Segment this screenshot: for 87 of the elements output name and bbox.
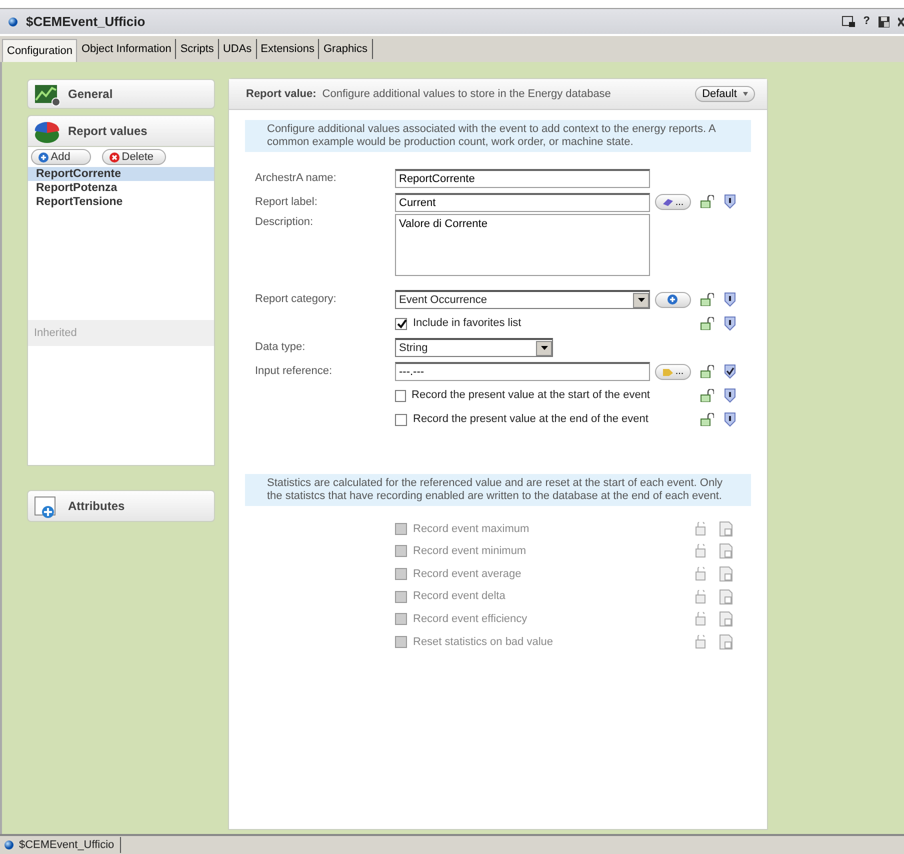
add-icon xyxy=(38,152,49,162)
shield-check-icon[interactable] xyxy=(724,364,736,379)
shield-icon[interactable] xyxy=(724,194,736,210)
checkbox[interactable] xyxy=(395,318,407,330)
section-title: Attributes xyxy=(68,498,125,515)
tag-icon xyxy=(662,366,674,377)
close-icon[interactable] xyxy=(898,16,904,26)
section-header[interactable]: Attributes xyxy=(27,490,215,522)
delete-button[interactable]: Delete xyxy=(102,149,166,165)
browse-button[interactable]: ... xyxy=(655,364,691,380)
dropdown[interactable]: String xyxy=(395,338,553,357)
tab[interactable]: Configuration xyxy=(2,39,78,62)
dropdown[interactable]: Event Occurrence xyxy=(395,290,650,309)
eraser-icon xyxy=(662,196,674,208)
lock-window-icon[interactable] xyxy=(842,16,856,28)
add-button[interactable]: Add xyxy=(30,149,91,165)
field-label: Data type: xyxy=(255,341,306,354)
delete-icon xyxy=(108,152,120,162)
tab[interactable]: UDAs xyxy=(218,39,257,59)
field-label: Input reference: xyxy=(255,365,332,378)
check-icon xyxy=(396,318,406,329)
tab[interactable]: Object Information xyxy=(77,39,176,59)
section-header[interactable]: Report values xyxy=(27,115,215,147)
window-title: $CEMEvent_Ufficio xyxy=(26,14,146,30)
browse-button[interactable]: ... xyxy=(655,194,691,210)
input-field[interactable]: Current xyxy=(395,192,650,212)
unlocked-icon[interactable] xyxy=(700,316,714,330)
checkbox-label: Record event efficiency xyxy=(413,612,528,627)
field-label: ArchestrA name: xyxy=(255,172,336,184)
list-item[interactable]: ReportPotenza xyxy=(28,181,214,195)
list-item[interactable]: ReportTensione xyxy=(28,195,214,209)
checkbox-label: Record event delta xyxy=(413,589,506,604)
tab[interactable]: Graphics xyxy=(319,39,373,59)
object-icon xyxy=(8,16,18,26)
add-button[interactable] xyxy=(655,292,691,308)
document-icon xyxy=(719,588,733,605)
shield-icon[interactable] xyxy=(724,388,736,403)
checkbox-label: Reset statistics on bad value xyxy=(413,634,554,650)
caret-icon xyxy=(638,298,644,302)
document-icon xyxy=(719,611,733,628)
section-title: Report values xyxy=(68,123,148,140)
checkbox[interactable] xyxy=(395,414,407,426)
pie-chart-icon xyxy=(34,119,60,143)
unlocked-icon[interactable] xyxy=(700,364,714,378)
section-title: General xyxy=(68,86,113,103)
document-icon xyxy=(719,634,733,650)
unlocked-icon[interactable] xyxy=(700,388,714,402)
caret-icon xyxy=(540,346,548,350)
field-label: Report label: xyxy=(255,196,318,208)
unlocked-icon[interactable] xyxy=(700,412,714,426)
field-label: Description: xyxy=(255,216,314,228)
panel-title: Report value: xyxy=(246,86,316,102)
default-dropdown[interactable]: Default xyxy=(695,86,755,102)
unlocked-icon[interactable] xyxy=(700,195,714,208)
checkbox-label: Record event minimum xyxy=(413,544,526,560)
object-icon xyxy=(4,840,14,850)
document-icon xyxy=(719,543,733,560)
save-close-icon[interactable] xyxy=(878,16,890,28)
unlocked-icon[interactable] xyxy=(700,292,714,306)
inherited-label: Inherited xyxy=(28,320,214,346)
checkbox-label: Record event average xyxy=(413,566,522,582)
help-button[interactable]: ? xyxy=(863,13,870,30)
shield-icon[interactable] xyxy=(724,292,736,307)
add-icon xyxy=(667,294,679,305)
checkbox[interactable] xyxy=(395,390,406,402)
checkbox-label: Include in favorites list xyxy=(413,316,522,332)
shield-icon[interactable] xyxy=(724,316,736,331)
checkbox-label: Record the present value at the start of the event xyxy=(412,388,650,404)
document-icon xyxy=(719,520,733,537)
caret-icon xyxy=(742,92,748,96)
input-field[interactable]: ReportCorrente xyxy=(395,168,650,188)
document-icon xyxy=(719,566,733,582)
list-item[interactable]: ReportCorrente xyxy=(28,167,214,181)
field-label: Report category: xyxy=(255,293,336,306)
window-tab[interactable]: $CEMEvent_Ufficio xyxy=(4,836,122,854)
text-area[interactable]: Valore di Corrente xyxy=(395,214,650,276)
tab[interactable]: Scripts xyxy=(176,39,219,59)
section-header[interactable]: General xyxy=(27,79,215,109)
checkbox-label: Record the present value at the end of the event xyxy=(413,412,648,428)
statistics-info-text: Statistics are calculated for the referenced value and are reset at the start of each event. Only the statistcs that have recording enabled are written to the database at the end of each event. xyxy=(245,474,751,506)
panel-subtitle: Configure additional values to store in the Energy database xyxy=(322,86,611,102)
tab[interactable]: Extensions xyxy=(256,39,320,59)
shield-icon[interactable] xyxy=(724,412,736,427)
chart-icon xyxy=(34,82,60,106)
input-field[interactable]: ---.--- xyxy=(395,362,650,381)
info-text: Configure additional values associated with the event to add context to the energy reports. A common example would be production count, work order, or machine state. xyxy=(245,120,751,152)
checkbox-label: Record event maximum xyxy=(413,522,530,537)
